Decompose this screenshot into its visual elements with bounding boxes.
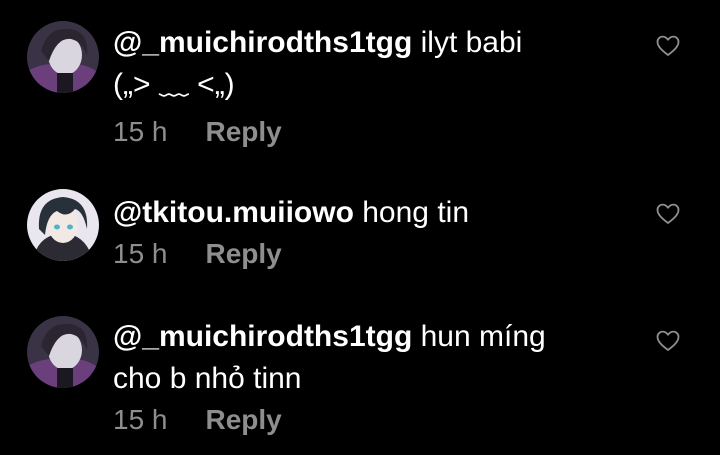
avatar-image bbox=[27, 189, 99, 261]
comment-text: @_muichirodths1tgg hun míng cho b nhỏ ti… bbox=[113, 316, 633, 400]
comment-meta: 15 h Reply bbox=[113, 114, 633, 150]
comment-body: @_muichirodths1tgg ilyt babi („> ﹏ <„) 1… bbox=[113, 22, 633, 150]
avatar[interactable] bbox=[27, 189, 99, 261]
comment-username[interactable]: @tkitou.muiiowo bbox=[113, 196, 354, 229]
comment-body: @tkitou.muiiowo hong tin 15 h Reply bbox=[113, 192, 633, 272]
heart-outline-icon[interactable] bbox=[656, 203, 680, 225]
comment-timestamp: 15 h bbox=[113, 238, 168, 269]
comment-timestamp: 15 h bbox=[113, 116, 168, 147]
avatar-image bbox=[27, 21, 99, 93]
comment-text: @tkitou.muiiowo hong tin bbox=[113, 192, 633, 234]
comment-meta: 15 h Reply bbox=[113, 402, 633, 438]
avatar[interactable] bbox=[27, 21, 99, 93]
avatar[interactable] bbox=[27, 316, 99, 388]
heart-outline-icon[interactable] bbox=[656, 330, 680, 352]
comment-timestamp: 15 h bbox=[113, 404, 168, 435]
comment-message: hong tin bbox=[353, 196, 469, 229]
comment-username[interactable]: @_muichirodths1tgg bbox=[113, 26, 412, 59]
heart-outline-icon[interactable] bbox=[656, 35, 680, 57]
reply-button[interactable]: Reply bbox=[206, 402, 282, 438]
comment-username[interactable]: @_muichirodths1tgg bbox=[113, 320, 412, 353]
comment-meta: 15 h Reply bbox=[113, 236, 633, 272]
reply-button[interactable]: Reply bbox=[206, 114, 282, 150]
reply-button[interactable]: Reply bbox=[206, 236, 282, 272]
avatar-image bbox=[27, 316, 99, 388]
comment-body: @_muichirodths1tgg hun míng cho b nhỏ ti… bbox=[113, 316, 633, 438]
comment-text: @_muichirodths1tgg ilyt babi („> ﹏ <„) bbox=[113, 22, 633, 106]
